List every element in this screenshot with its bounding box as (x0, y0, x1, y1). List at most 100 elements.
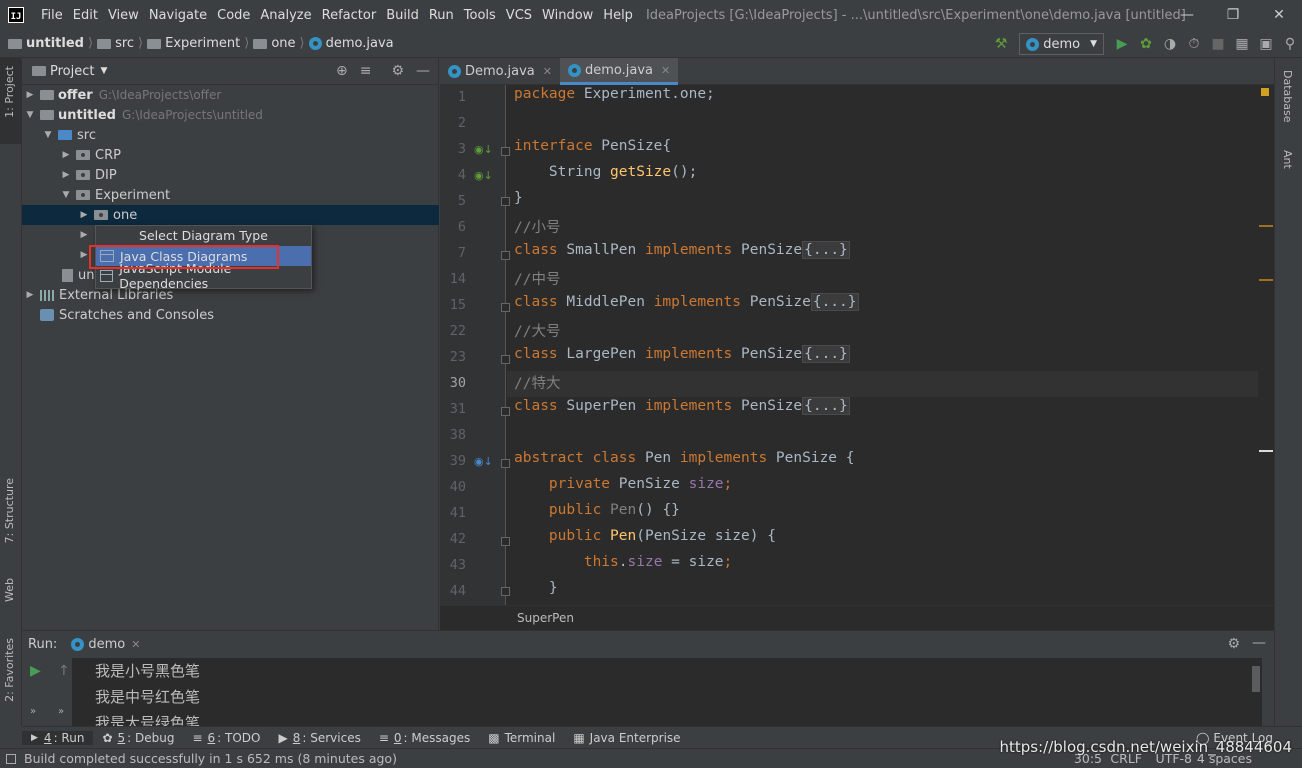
collapse-all-icon[interactable]: ≡ (360, 63, 372, 79)
fold-toggle-icon[interactable] (501, 251, 510, 260)
more-icon[interactable]: » (30, 706, 36, 717)
close-tab-icon[interactable]: ✕ (543, 65, 552, 78)
menu-file[interactable]: File (36, 8, 68, 23)
build-hammer-icon[interactable]: ⚒ (989, 36, 1013, 52)
gear-icon[interactable]: ⚙ (391, 63, 404, 79)
js-module-dependencies-option[interactable]: JavaScript Module Dependencies (96, 261, 311, 291)
status-toggle-icon[interactable] (6, 753, 16, 764)
console-output[interactable]: 我是小号黑色笔 我是中号红色笔 我是大号绿色笔 (72, 658, 1262, 732)
close-tab-icon[interactable]: ✕ (661, 64, 670, 77)
layout-icon[interactable]: ▣ (1254, 36, 1278, 52)
fold-toggle-icon[interactable] (501, 147, 510, 156)
debug-icon[interactable]: ✿ (1134, 36, 1158, 52)
tool-run[interactable]: ▶ 4: Run (22, 730, 94, 745)
tool-messages[interactable]: ≡ 0: Messages (370, 731, 479, 745)
fold-toggle-icon[interactable] (501, 459, 510, 468)
tool-tab-project[interactable]: 1: Project (3, 66, 16, 118)
close-tab-icon[interactable]: ✕ (131, 638, 140, 651)
expand-arrow-icon[interactable]: ▶ (78, 230, 90, 240)
tool-todo[interactable]: ≡ 6: TODO (183, 731, 269, 745)
tool-tab-web[interactable]: Web (3, 578, 16, 602)
warning-marker[interactable] (1261, 88, 1269, 96)
menu-edit[interactable]: Edit (68, 8, 103, 23)
hide-icon[interactable]: — (416, 63, 430, 79)
tool-java-enterprise[interactable]: ▦ Java Enterprise (564, 731, 689, 745)
collapse-arrow-icon[interactable]: ▼ (60, 190, 72, 200)
menu-help[interactable]: Help (598, 8, 638, 23)
chevron-down-icon[interactable]: ▼ (100, 66, 107, 76)
breadcrumb-src[interactable]: src (115, 36, 134, 51)
menu-navigate[interactable]: Navigate (144, 8, 212, 23)
more-icon[interactable]: » (58, 706, 64, 717)
menu-run[interactable]: Run (424, 8, 459, 23)
coverage-icon[interactable]: ◑ (1158, 36, 1182, 52)
run-icon[interactable]: ▶ (1110, 36, 1134, 52)
tool-tab-structure[interactable]: 7: Structure (3, 478, 16, 543)
error-stripe-mark[interactable] (1259, 225, 1273, 227)
folded-code[interactable]: {...} (802, 345, 850, 363)
tool-services[interactable]: ▶ 8: Services (270, 731, 370, 745)
implemented-icon[interactable]: ◉↓ (474, 169, 493, 182)
tree-item-experiment[interactable]: ▼ Experiment (22, 185, 439, 205)
gear-icon[interactable]: ⚙ (1227, 636, 1240, 652)
search-icon[interactable]: ⚲ (1278, 36, 1302, 52)
tab-demo-java[interactable]: demo.java ✕ (560, 58, 679, 85)
tree-item-src[interactable]: ▼ src (22, 125, 439, 145)
expand-arrow-icon[interactable]: ▶ (60, 150, 72, 160)
collapse-arrow-icon[interactable]: ▼ (24, 110, 36, 120)
tab-demo-java-upper[interactable]: Demo.java ✕ (440, 58, 560, 85)
breadcrumb-experiment[interactable]: Experiment (165, 36, 240, 51)
minimize-icon[interactable]: — (1164, 0, 1210, 30)
expand-arrow-icon[interactable]: ▶ (24, 90, 36, 100)
restore-icon[interactable]: ❐ (1210, 0, 1256, 30)
up-icon[interactable]: ↑ (58, 663, 70, 679)
fold-toggle-icon[interactable] (501, 355, 510, 364)
tree-item-offer[interactable]: ▶ offer G:\IdeaProjects\offer (22, 85, 439, 105)
project-panel-title[interactable]: Project (50, 64, 94, 79)
menu-view[interactable]: View (103, 8, 144, 23)
menu-tools[interactable]: Tools (459, 8, 501, 23)
expand-arrow-icon[interactable]: ▶ (24, 290, 36, 300)
tool-terminal[interactable]: ▩ Terminal (479, 731, 564, 745)
profile-icon[interactable]: ⏱ (1182, 36, 1206, 52)
code-editor[interactable]: 1 2 3 4 5 6 7 14 15 22 23 30 31 38 39 40… (440, 85, 1274, 605)
inheritors-icon[interactable]: ◉↓ (474, 455, 493, 468)
rerun-icon[interactable]: ▶ (30, 663, 41, 679)
project-structure-icon[interactable]: ▦ (1230, 36, 1254, 52)
breadcrumb-one[interactable]: one (271, 36, 295, 51)
menu-analyze[interactable]: Analyze (255, 8, 316, 23)
run-tab-demo[interactable]: demo ✕ (71, 637, 140, 652)
breadcrumb-untitled[interactable]: untitled (26, 36, 84, 51)
stop-icon[interactable]: ■ (1206, 36, 1230, 52)
editor-breadcrumb[interactable]: SuperPen (440, 605, 1274, 630)
folded-code[interactable]: {...} (810, 293, 859, 311)
fold-toggle-icon[interactable] (501, 537, 510, 546)
run-configuration-select[interactable]: demo ▼ (1019, 33, 1104, 55)
tool-tab-database[interactable]: Database (1281, 70, 1294, 123)
expand-arrow-icon[interactable]: ▶ (60, 170, 72, 180)
hide-icon[interactable]: — (1252, 635, 1266, 651)
tool-tab-ant[interactable]: Ant (1281, 150, 1294, 169)
folded-code[interactable]: {...} (802, 241, 850, 259)
scroll-position-mark[interactable] (1259, 450, 1273, 452)
error-stripe-mark[interactable] (1259, 279, 1273, 281)
tree-item-dip[interactable]: ▶ DIP (22, 165, 439, 185)
folded-code[interactable]: {...} (802, 397, 850, 415)
tree-item-scratches[interactable]: Scratches and Consoles (22, 305, 439, 325)
locate-icon[interactable]: ⊕ (336, 63, 348, 79)
menu-refactor[interactable]: Refactor (317, 8, 382, 23)
implemented-icon[interactable]: ◉↓ (474, 143, 493, 156)
fold-toggle-icon[interactable] (501, 587, 510, 596)
editor-scrollbar[interactable] (1258, 85, 1274, 605)
expand-arrow-icon[interactable]: ▶ (78, 210, 90, 220)
menu-code[interactable]: Code (212, 8, 255, 23)
tool-debug[interactable]: ✿ 5: Debug (93, 731, 183, 745)
close-icon[interactable]: ✕ (1256, 0, 1302, 30)
tree-item-crp[interactable]: ▶ CRP (22, 145, 439, 165)
fold-toggle-icon[interactable] (501, 407, 510, 416)
tree-item-one[interactable]: ▶ one (22, 205, 439, 225)
breadcrumb-demo-java[interactable]: demo.java (326, 36, 394, 51)
tree-item-untitled[interactable]: ▼ untitled G:\IdeaProjects\untitled (22, 105, 439, 125)
status-message[interactable]: Build completed successfully in 1 s 652 … (24, 751, 397, 766)
menu-build[interactable]: Build (381, 8, 424, 23)
